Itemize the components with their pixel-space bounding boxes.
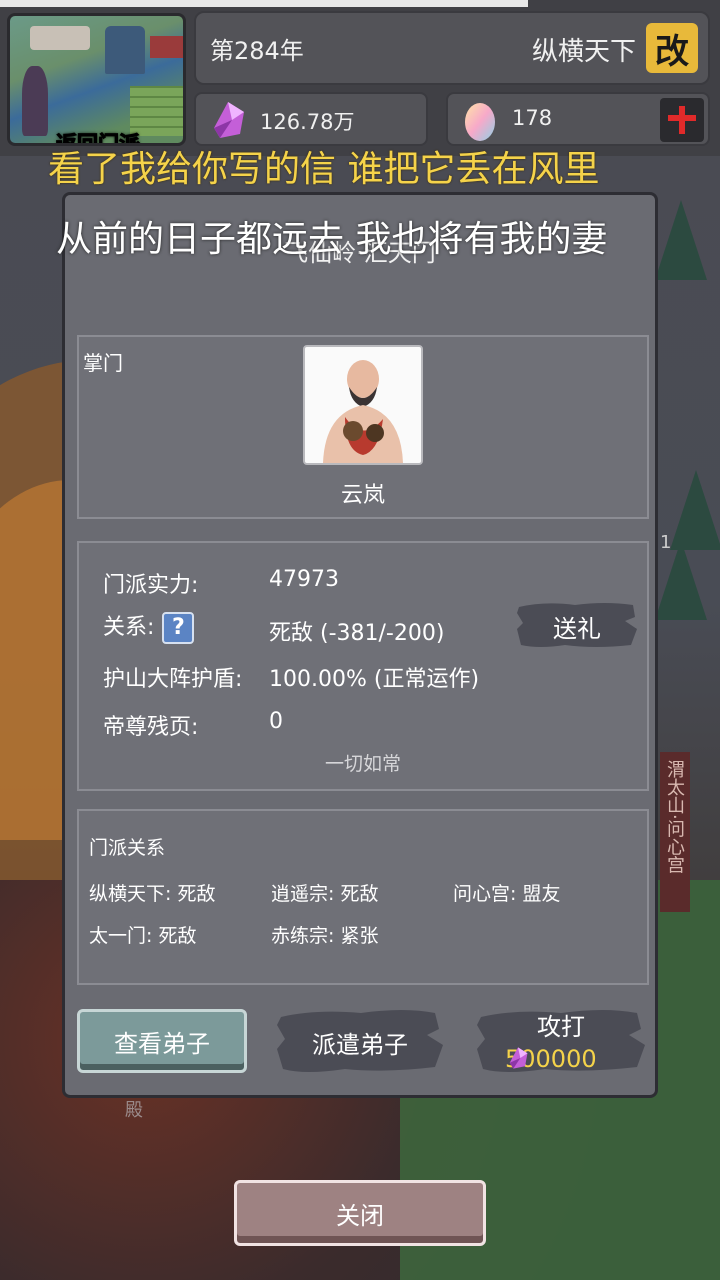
- purple-crystal-icon: [214, 102, 244, 138]
- status-strip: [0, 0, 528, 7]
- relations-title: 门派关系: [89, 837, 166, 859]
- thumb-temple: [105, 26, 145, 74]
- egg-value: 178: [512, 106, 553, 130]
- egg-counter: 178: [446, 92, 710, 146]
- add-eggs-button[interactable]: [660, 98, 704, 142]
- rainbow-egg-icon: [465, 103, 495, 141]
- red-plus-icon: [668, 106, 696, 134]
- relation-row: 关系:?: [103, 609, 195, 644]
- tree-icon: [670, 470, 720, 550]
- sect-info-dialog: 飞仙岭·汇天门 掌门 云岚 门派实力: 47973 关系:? 死敌 (-381/…: [62, 192, 658, 1098]
- region-display: 纵横天下: [531, 37, 636, 67]
- year-region-panel: 第284年 纵横天下 改: [194, 11, 710, 85]
- view-disciples-button[interactable]: 查看弟子: [77, 1009, 247, 1073]
- leader-label: 掌门: [83, 351, 123, 375]
- gift-button[interactable]: 送礼: [515, 599, 639, 671]
- relation-item: 太一门: 死敌: [89, 925, 197, 947]
- power-label: 门派实力:: [103, 573, 199, 598]
- relation-value: 死敌 (-381/-200): [269, 621, 445, 646]
- sect-relations-panel: 门派关系 纵横天下: 死敌 逍遥宗: 死敌 问心宫: 盟友 太一门: 死敌 赤练…: [77, 809, 649, 985]
- pages-value: 0: [269, 709, 283, 734]
- relation-item: 纵横天下: 死敌: [89, 883, 216, 905]
- lyric-line-1: 看了我给你写的信 谁把它丢在风里: [48, 149, 600, 190]
- question-mark-icon[interactable]: ?: [162, 612, 195, 644]
- attack-cost: 500000: [505, 1045, 597, 1073]
- gift-label: 送礼: [553, 615, 601, 643]
- change-region-button[interactable]: 改: [646, 23, 698, 73]
- sect-stats-panel: 门派实力: 47973 关系:? 死敌 (-381/-200) 护山大阵护盾: …: [77, 541, 649, 791]
- attack-button[interactable]: 攻打 500000: [475, 1005, 647, 1077]
- relation-item: 赤练宗: 紧张: [271, 925, 379, 947]
- thumb-building: [30, 26, 90, 50]
- send-disciples-button[interactable]: 派遣弟子: [275, 1005, 445, 1077]
- close-button[interactable]: 关闭: [234, 1180, 486, 1246]
- edge-label: 1: [660, 532, 672, 553]
- lyric-line-2: 从前的日子都远去 我也将有我的妻: [56, 219, 608, 260]
- return-to-sect-button[interactable]: 返回门派: [7, 13, 186, 146]
- pages-label: 帝尊残页:: [103, 715, 199, 740]
- power-value: 47973: [269, 567, 339, 592]
- send-disciples-label: 派遣弟子: [312, 1031, 408, 1059]
- hall-label: 殿: [125, 1100, 143, 1121]
- signboard-text: 渭太山·问心宫: [664, 760, 685, 874]
- status-text: 一切如常: [324, 753, 401, 775]
- leader-panel: 掌门 云岚: [77, 335, 649, 519]
- attack-label: 攻打: [537, 1013, 585, 1041]
- thumb-rock: [22, 66, 48, 136]
- spirit-stone-value: 126.78万: [260, 110, 355, 134]
- year-display: 第284年: [210, 37, 304, 65]
- spirit-stone-counter: 126.78万: [194, 92, 428, 146]
- relation-item: 问心宫: 盟友: [453, 883, 561, 905]
- top-bar: 返回门派 第284年 纵横天下 改 126.78万 178: [0, 0, 720, 156]
- leader-portrait: [303, 345, 423, 465]
- purple-crystal-icon: [509, 1047, 528, 1069]
- tree-icon: [655, 200, 707, 280]
- leader-avatar-icon: [323, 360, 403, 463]
- relation-item: 逍遥宗: 死敌: [271, 883, 379, 905]
- shield-value: 100.00% (正常运作): [269, 667, 480, 692]
- thumb-pavilion: [150, 36, 183, 58]
- leader-name: 云岚: [340, 483, 385, 508]
- shield-label: 护山大阵护盾:: [103, 667, 243, 692]
- relation-label: 关系:: [103, 615, 155, 640]
